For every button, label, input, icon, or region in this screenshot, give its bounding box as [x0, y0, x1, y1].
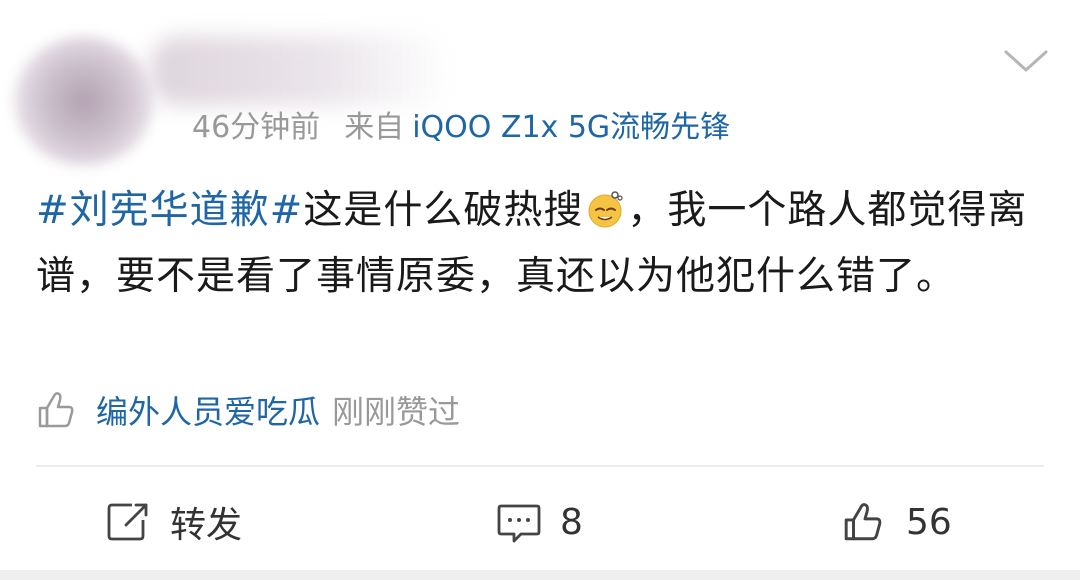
repost-label: 转发 — [170, 505, 243, 546]
share-box-icon — [107, 503, 148, 541]
username-blurred[interactable] — [150, 36, 450, 106]
dizzy-smile-emoji — [588, 191, 623, 228]
repost-button[interactable]: 转发 — [106, 496, 242, 548]
liked-by-row: 编外人员爱吃瓜 刚刚赞过 — [36, 388, 460, 432]
thumb-up-icon — [844, 503, 882, 541]
hashtag-link[interactable]: #刘宪华道歉# — [36, 188, 303, 233]
chevron-down-icon[interactable] — [1002, 46, 1050, 76]
avatar[interactable] — [14, 36, 154, 166]
post-content: #刘宪华道歉#这是什么破热搜 ，我一个路人都觉得离谱，要不是看了事情原委，真还以… — [36, 178, 1046, 310]
post-text-part-1: 这是什么破热搜 — [303, 188, 584, 233]
post-meta: 46分钟前 来自 iQOO Z1x 5G流畅先锋 — [192, 108, 730, 148]
comment-button[interactable]: 8 — [496, 496, 583, 548]
bottom-separator — [0, 570, 1080, 580]
like-button[interactable]: 56 — [842, 496, 952, 548]
divider — [36, 465, 1044, 467]
source-prefix: 来自 — [344, 110, 405, 145]
post-time: 46分钟前 — [192, 110, 321, 145]
liker-username[interactable]: 编外人员爱吃瓜 — [96, 387, 320, 433]
thumb-up-icon — [38, 392, 74, 428]
like-count: 56 — [906, 501, 952, 543]
source-device-link[interactable]: iQOO Z1x 5G流畅先锋 — [412, 110, 730, 145]
liked-status: 刚刚赞过 — [332, 393, 461, 431]
comment-count: 8 — [560, 501, 583, 543]
comment-icon — [497, 504, 541, 543]
